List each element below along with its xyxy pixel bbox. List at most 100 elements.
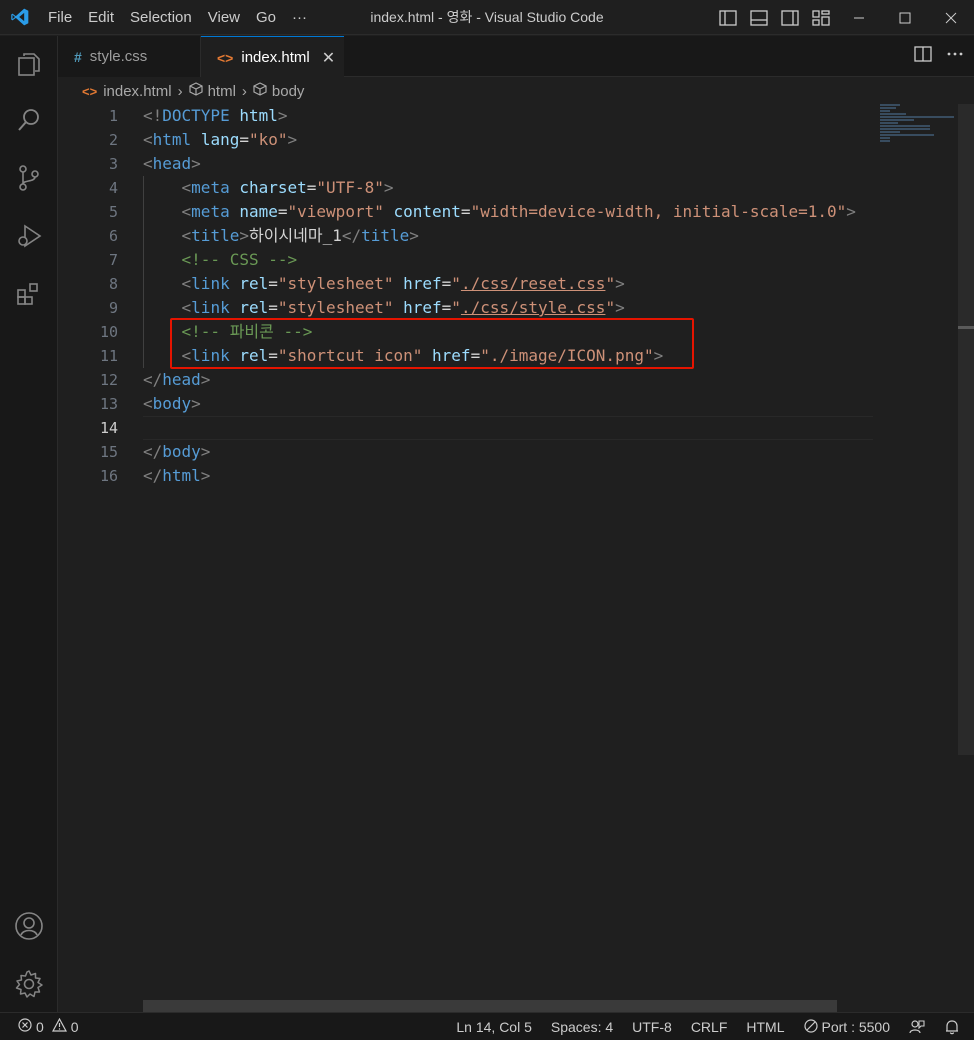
run-debug-icon[interactable] <box>0 212 58 260</box>
code-line[interactable]: <link rel="stylesheet" href="./css/style… <box>143 296 873 320</box>
more-actions-icon[interactable] <box>946 46 964 67</box>
code-line[interactable]: <html lang="ko"> <box>143 128 873 152</box>
code-line[interactable]: </html> <box>143 464 873 488</box>
horizontal-scrollbar[interactable] <box>143 1000 837 1012</box>
code-token: 하이시네마_1 <box>248 226 342 245</box>
code-token: > <box>239 226 249 245</box>
maximize-icon[interactable] <box>882 0 928 35</box>
code-line[interactable]: <link rel="stylesheet" href="./css/reset… <box>143 272 873 296</box>
cursor-position[interactable]: Ln 14, Col 5 <box>456 1019 532 1035</box>
code-token: > <box>200 442 211 461</box>
line-number: 1 <box>108 107 118 125</box>
code-line[interactable]: <meta charset="UTF-8"> <box>143 176 873 200</box>
code-token: charset <box>239 178 307 197</box>
menu-selection[interactable]: Selection <box>122 0 200 35</box>
minimap[interactable] <box>880 104 960 144</box>
live-server-port[interactable]: Port : 5500 <box>803 1018 890 1036</box>
code-token: html <box>239 106 278 125</box>
code-line[interactable]: </body> <box>143 440 873 464</box>
menu-go[interactable]: Go <box>248 0 284 35</box>
symbol-element-icon <box>188 82 203 100</box>
toggle-secondary-sidebar-icon[interactable] <box>774 0 805 35</box>
problems-indicator[interactable]: 0 0 <box>0 1017 79 1035</box>
code-line[interactable]: <!DOCTYPE html> <box>143 104 873 128</box>
explorer-icon[interactable] <box>0 40 58 88</box>
code-token: body <box>162 442 201 461</box>
end-of-line[interactable]: CRLF <box>691 1019 728 1035</box>
customize-layout-icon[interactable] <box>805 0 836 35</box>
code-token: = <box>239 130 249 149</box>
code-line[interactable]: <meta name="viewport" content="width=dev… <box>143 200 873 224</box>
title-controls <box>712 0 974 35</box>
live-server-icon <box>803 1018 818 1036</box>
editor-actions <box>914 36 964 77</box>
code-token: < <box>181 274 192 293</box>
close-window-icon[interactable] <box>928 0 974 35</box>
toggle-primary-sidebar-icon[interactable] <box>712 0 743 35</box>
breadcrumb-item-file[interactable]: index.html <box>103 83 171 100</box>
feedback-icon[interactable] <box>909 1019 925 1035</box>
breadcrumb-item-html[interactable]: html <box>208 83 236 100</box>
close-tab-icon[interactable]: ✕ <box>322 48 335 68</box>
code-line[interactable] <box>143 416 873 440</box>
manage-gear-icon[interactable] <box>0 960 58 1008</box>
code-token: </ <box>143 370 163 389</box>
extensions-icon[interactable] <box>0 270 58 318</box>
code-token: meta <box>191 178 230 197</box>
code-token: head <box>162 370 201 389</box>
code-token: < <box>181 202 192 221</box>
code-token: body <box>152 394 192 413</box>
code-token: > <box>409 226 419 245</box>
code-editor[interactable]: 1 2 3 4 5 6 7 8 9 10 11 12 13 14 15 16 <!DOCTYPE html> <… <box>58 104 974 1000</box>
search-icon[interactable] <box>0 96 58 144</box>
code-token: "viewport" <box>287 202 384 221</box>
code-token: head <box>152 154 192 173</box>
split-editor-icon[interactable] <box>914 46 932 67</box>
code-line[interactable]: <body> <box>143 392 873 416</box>
source-control-icon[interactable] <box>0 154 58 202</box>
code-token: > <box>615 274 625 293</box>
code-token: href <box>403 274 442 293</box>
tab-index-html[interactable]: <> index.html ✕ <box>201 36 344 78</box>
menu-view[interactable]: View <box>200 0 248 35</box>
activity-bar <box>0 36 58 1012</box>
code-token: </ <box>143 442 163 461</box>
error-count: 0 <box>36 1018 44 1035</box>
vertical-scrollbar[interactable] <box>958 104 974 755</box>
breadcrumb-item-body[interactable]: body <box>272 83 305 100</box>
menu-more[interactable]: ··· <box>284 0 315 35</box>
file-encoding[interactable]: UTF-8 <box>632 1019 672 1035</box>
menu-file[interactable]: File <box>40 0 80 35</box>
code-line[interactable]: </head> <box>143 368 873 392</box>
code-token: html <box>152 130 192 149</box>
language-mode[interactable]: HTML <box>746 1019 784 1035</box>
breadcrumb: <> index.html › html › body <box>58 78 974 104</box>
notifications-bell-icon[interactable] <box>944 1019 960 1035</box>
line-number: 10 <box>99 323 118 341</box>
menu-edit[interactable]: Edit <box>80 0 122 35</box>
code-token: = <box>268 274 278 293</box>
code-line[interactable]: <head> <box>143 152 873 176</box>
line-number: 3 <box>108 155 118 173</box>
minimize-icon[interactable] <box>836 0 882 35</box>
code-token: = <box>441 298 452 317</box>
toggle-panel-icon[interactable] <box>743 0 774 35</box>
code-token: = <box>277 202 288 221</box>
code-token: > <box>191 154 201 173</box>
code-token: html <box>162 466 201 485</box>
code-line[interactable]: <title>하이시네마_1</title> <box>143 224 873 248</box>
code-line[interactable]: <!-- CSS --> <box>143 248 873 272</box>
accounts-icon[interactable] <box>0 902 58 950</box>
line-number: 11 <box>99 347 118 365</box>
indentation-setting[interactable]: Spaces: 4 <box>551 1019 613 1035</box>
tab-style-css[interactable]: # style.css <box>58 36 201 77</box>
code-token: href <box>403 298 442 317</box>
code-content[interactable]: <!DOCTYPE html> <html lang="ko"> <head> <m… <box>143 104 873 488</box>
code-token: < <box>143 154 153 173</box>
